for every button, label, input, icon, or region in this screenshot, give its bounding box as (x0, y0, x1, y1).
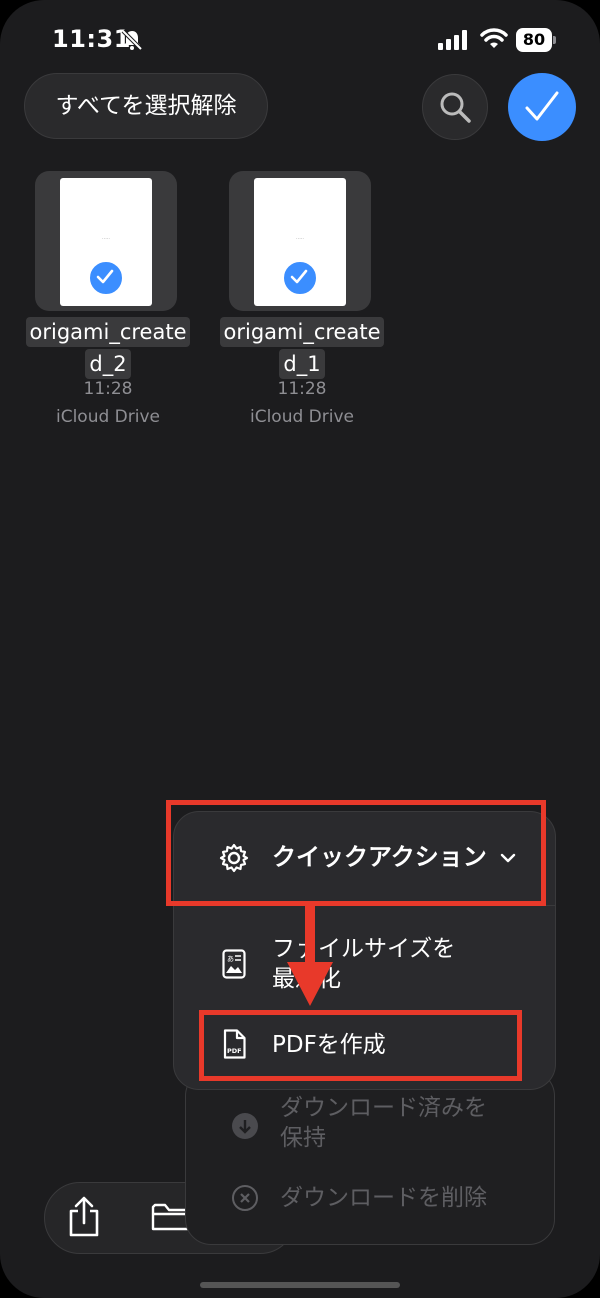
keep-downloaded-item[interactable]: ダウンロード済みを 保持 (186, 1093, 554, 1159)
file-location: iCloud Drive (55, 407, 160, 427)
keep-downloaded-label-2: 保持 (280, 1125, 326, 1151)
document-preview: ····· (254, 178, 346, 306)
done-selection-button[interactable] (508, 73, 576, 141)
annotation-arrow-shaft (305, 906, 315, 966)
selected-check-icon (282, 260, 318, 296)
create-pdf-highlight (199, 1010, 522, 1081)
quick-actions-highlight (166, 800, 546, 906)
file-location: iCloud Drive (249, 407, 354, 427)
file-name[interactable]: origami_create d_2 (20, 317, 196, 381)
download-actions-menu: ダウンロード済みを 保持 ダウンロードを削除 (185, 1070, 555, 1245)
annotation-arrow-head (287, 962, 333, 1006)
file-thumbnail[interactable]: ····· (229, 171, 371, 311)
search-button[interactable] (422, 74, 488, 140)
optimize-file-size-item[interactable]: あ ファイルサイズを 最適化 (174, 932, 555, 996)
silent-bell-icon (121, 29, 143, 51)
deselect-all-button[interactable]: すべてを選択解除 (24, 73, 268, 139)
remove-download-icon (232, 1185, 258, 1211)
keep-downloaded-label-1: ダウンロード済みを (280, 1095, 487, 1121)
battery-indicator: 80 (516, 28, 556, 52)
image-size-icon: あ (222, 949, 246, 979)
file-name[interactable]: origami_create d_1 (214, 317, 390, 381)
selected-check-icon (88, 260, 124, 296)
home-indicator (200, 1282, 400, 1288)
files-app-screen: 11:31 80 すべてを選択解除 ····· origami_create d… (0, 0, 600, 1298)
file-thumbnail[interactable]: ····· (35, 171, 177, 311)
svg-text:あ: あ (227, 955, 234, 963)
optimize-label-1: ファイルサイズを (272, 936, 456, 962)
cellular-signal-icon (438, 30, 467, 50)
file-time: 11:28 (277, 379, 327, 399)
battery-level: 80 (516, 28, 552, 52)
wifi-icon (480, 28, 508, 48)
remove-download-item[interactable]: ダウンロードを削除 (186, 1183, 554, 1223)
battery-tip (553, 36, 556, 44)
download-icon (232, 1113, 258, 1139)
file-time: 11:28 (83, 379, 133, 399)
search-icon (440, 92, 471, 123)
share-icon[interactable] (67, 1195, 101, 1239)
document-preview: ····· (60, 178, 152, 306)
checkmark-icon (525, 91, 559, 121)
remove-download-label: ダウンロードを削除 (280, 1185, 487, 1211)
